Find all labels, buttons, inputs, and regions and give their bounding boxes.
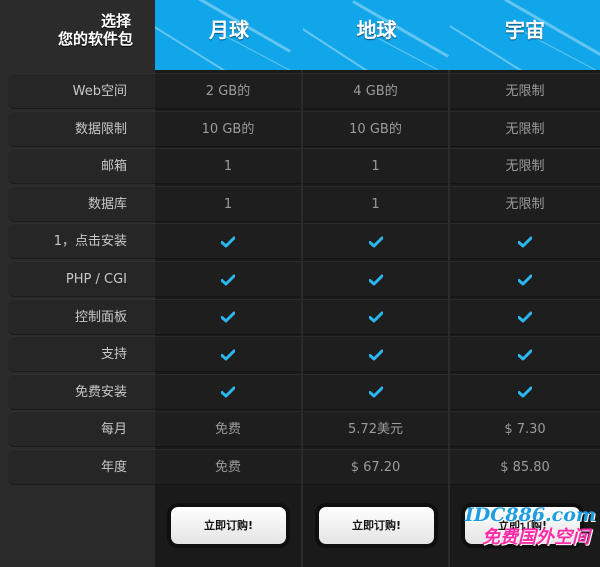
checkmark-icon xyxy=(221,274,235,285)
feature-included-moon xyxy=(155,261,301,297)
plan-header-moon: 月球 xyxy=(155,0,305,70)
feature-value-universe: 无限制 xyxy=(450,73,600,109)
checkmark-icon xyxy=(518,386,532,398)
feature-included-earth xyxy=(303,261,448,297)
feature-label: 每月 xyxy=(8,411,155,448)
feature-included-universe xyxy=(450,336,600,373)
feature-included-moon xyxy=(155,336,301,373)
feature-label: 数据限制 xyxy=(8,110,155,147)
checkmark-icon xyxy=(221,349,235,361)
order-now-button-moon[interactable]: 立即订购! xyxy=(171,507,286,544)
order-now-button-universe[interactable]: 立即订购! xyxy=(465,507,580,544)
feature-label: 数据库 xyxy=(8,185,155,222)
feature-label: 年度 xyxy=(8,449,155,485)
feature-value-moon: 免费 xyxy=(155,449,301,485)
feature-included-moon xyxy=(155,298,301,335)
order-now-button-earth[interactable]: 立即订购! xyxy=(319,507,434,544)
plan-title-earth: 地球 xyxy=(356,18,397,42)
checkmark-icon xyxy=(368,311,383,323)
feature-label: Web空间 xyxy=(8,73,155,109)
feature-included-universe xyxy=(450,373,600,410)
checkmark-icon xyxy=(518,349,532,361)
checkmark-icon xyxy=(221,311,235,323)
feature-included-universe xyxy=(450,261,600,297)
feature-label: 1，点击安装 xyxy=(8,223,155,260)
checkmark-icon xyxy=(368,236,383,248)
feature-included-universe xyxy=(450,223,600,260)
checkmark-icon xyxy=(221,236,235,248)
plan-header-earth: 地球 xyxy=(303,0,452,70)
feature-value-universe: 无限制 xyxy=(450,110,600,147)
feature-label: 免费安装 xyxy=(8,373,155,410)
feature-label: 邮箱 xyxy=(8,148,155,185)
plan-title-moon: 月球 xyxy=(209,18,249,42)
checkmark-icon xyxy=(221,386,235,398)
feature-value-universe: $ 7.30 xyxy=(450,411,600,448)
feature-value-moon: 1 xyxy=(155,148,301,185)
feature-value-earth: 5.72美元 xyxy=(303,411,448,448)
feature-value-universe: 无限制 xyxy=(450,148,600,185)
feature-label: PHP / CGI xyxy=(8,261,155,297)
feature-value-moon: 1 xyxy=(155,185,301,222)
feature-value-moon: 10 GB的 xyxy=(155,110,301,147)
feature-value-earth: 4 GB的 xyxy=(303,73,448,109)
feature-value-earth: 10 GB的 xyxy=(303,110,448,147)
heading-line-2: 您的软件包 xyxy=(57,30,133,48)
pricing-table: 选择 您的软件包 月球 地球 宇宙 Web空间 2 GB的 4 GB的 无限制 数据限制… xyxy=(0,0,600,567)
checkmark-icon xyxy=(368,349,383,361)
feature-value-earth: 1 xyxy=(303,185,448,222)
feature-label: 控制面板 xyxy=(8,298,155,335)
plan-title-universe: 宇宙 xyxy=(505,18,545,42)
plan-header-universe: 宇宙 xyxy=(450,0,600,70)
choose-package-heading: 选择 您的软件包 xyxy=(0,0,155,70)
checkmark-icon xyxy=(518,311,532,323)
checkmark-icon xyxy=(518,274,532,285)
feature-included-earth xyxy=(303,336,448,373)
checkmark-icon xyxy=(368,274,383,285)
feature-included-earth xyxy=(303,373,448,410)
feature-included-earth xyxy=(303,223,448,260)
feature-included-universe xyxy=(450,298,600,335)
feature-value-universe: $ 85.80 xyxy=(450,449,600,485)
feature-value-earth: 1 xyxy=(303,148,448,185)
feature-value-moon: 2 GB的 xyxy=(155,73,301,109)
footer-spacer xyxy=(0,487,155,567)
checkmark-icon xyxy=(368,386,383,398)
feature-value-earth: $ 67.20 xyxy=(303,449,448,485)
feature-value-moon: 免费 xyxy=(155,411,301,448)
feature-value-universe: 无限制 xyxy=(450,185,600,222)
feature-included-moon xyxy=(155,373,301,410)
checkmark-icon xyxy=(518,236,532,248)
feature-included-earth xyxy=(303,298,448,335)
feature-label: 支持 xyxy=(8,336,155,373)
feature-included-moon xyxy=(155,223,301,260)
